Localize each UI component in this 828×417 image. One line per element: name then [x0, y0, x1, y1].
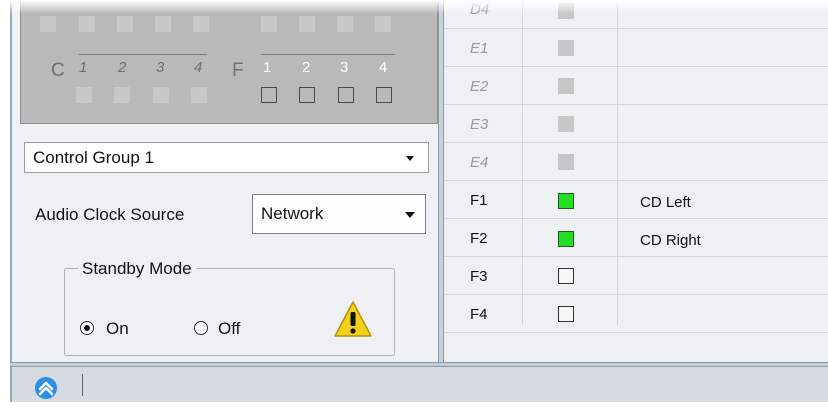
channel-name: F2 [470, 230, 488, 247]
standby-on-label: On [106, 319, 129, 338]
channel-name: E2 [470, 78, 489, 95]
group-f-line [261, 54, 395, 55]
matrix-cell-c3[interactable] [153, 87, 169, 103]
channel-label: CD Left [640, 194, 691, 211]
matrix-cell-f4[interactable] [376, 87, 392, 103]
channel-state[interactable] [558, 40, 574, 56]
matrix-cell [261, 16, 277, 32]
channel-state[interactable] [558, 268, 574, 284]
channel-state[interactable] [558, 231, 574, 247]
audio-clock-label: Audio Clock Source [35, 205, 185, 224]
matrix-cell-f1[interactable] [261, 87, 277, 103]
group-letter-f: F [232, 60, 244, 81]
matrix-cell [79, 16, 95, 32]
audio-clock-select[interactable]: Network [252, 194, 426, 234]
channel-state[interactable] [558, 116, 574, 132]
group-c-number: 1 [79, 59, 88, 76]
table-row[interactable]: E1 [444, 29, 828, 67]
group-c-number: 2 [118, 59, 127, 76]
matrix-cell-f2[interactable] [299, 87, 315, 103]
channel-state[interactable] [558, 78, 574, 94]
table-row[interactable]: F2 CD Right [444, 219, 828, 257]
standby-mode-legend: Standby Mode [78, 259, 196, 279]
channel-name: E3 [470, 116, 489, 133]
matrix-cell-c2[interactable] [114, 87, 130, 103]
table-row[interactable]: F4 [444, 295, 828, 333]
channel-name: F4 [470, 306, 488, 323]
top-fade [0, 0, 828, 14]
audio-clock-value: Network [261, 204, 324, 223]
left-fade [0, 0, 10, 417]
matrix-cell [375, 16, 391, 32]
channel-state[interactable] [558, 193, 574, 209]
table-row[interactable]: E3 [444, 105, 828, 143]
chevron-down-icon [405, 212, 415, 218]
table-row[interactable]: F1 CD Left [444, 181, 828, 219]
matrix-cell [40, 16, 56, 32]
chevron-down-icon [406, 156, 414, 161]
status-bar [10, 367, 828, 402]
matrix-cell [155, 16, 171, 32]
group-letter-c: C [51, 60, 65, 81]
group-c-line [79, 54, 207, 55]
matrix-cell [117, 16, 133, 32]
channel-label: CD Right [640, 232, 701, 249]
group-f-number: 4 [379, 59, 388, 76]
channel-name: F1 [470, 192, 488, 209]
group-f-number: 3 [340, 59, 349, 76]
app-window: C 1 2 3 4 F 1 2 3 4 Control Group 1 Audi… [0, 0, 828, 417]
control-group-dropdown[interactable]: Control Group 1 [24, 142, 429, 173]
group-f-number: 1 [263, 59, 272, 76]
matrix-cell-c4[interactable] [191, 87, 207, 103]
channel-name: F3 [470, 268, 488, 285]
channel-state[interactable] [558, 306, 574, 322]
group-f-number: 2 [302, 59, 311, 76]
standby-on-radio[interactable] [80, 321, 94, 335]
bottom-fade [0, 400, 828, 417]
up-arrow-icon[interactable] [35, 377, 57, 399]
channel-name: E1 [470, 40, 489, 57]
channel-state[interactable] [558, 154, 574, 170]
table-row[interactable]: F3 [444, 257, 828, 295]
table-row[interactable]: E4 [444, 143, 828, 181]
standby-off-radio[interactable] [194, 321, 208, 335]
control-group-value: Control Group 1 [33, 148, 154, 167]
status-separator [82, 374, 83, 396]
group-c-number: 3 [156, 59, 165, 76]
matrix-cell-c1[interactable] [76, 87, 92, 103]
matrix-cell [299, 16, 315, 32]
table-row[interactable]: E2 [444, 67, 828, 105]
warning-icon [334, 301, 372, 337]
matrix-cell-f3[interactable] [338, 87, 354, 103]
matrix-cell [193, 16, 209, 32]
matrix-cell [337, 16, 353, 32]
group-c-number: 4 [194, 59, 203, 76]
standby-off-label: Off [218, 319, 241, 338]
channel-name: E4 [470, 154, 489, 171]
